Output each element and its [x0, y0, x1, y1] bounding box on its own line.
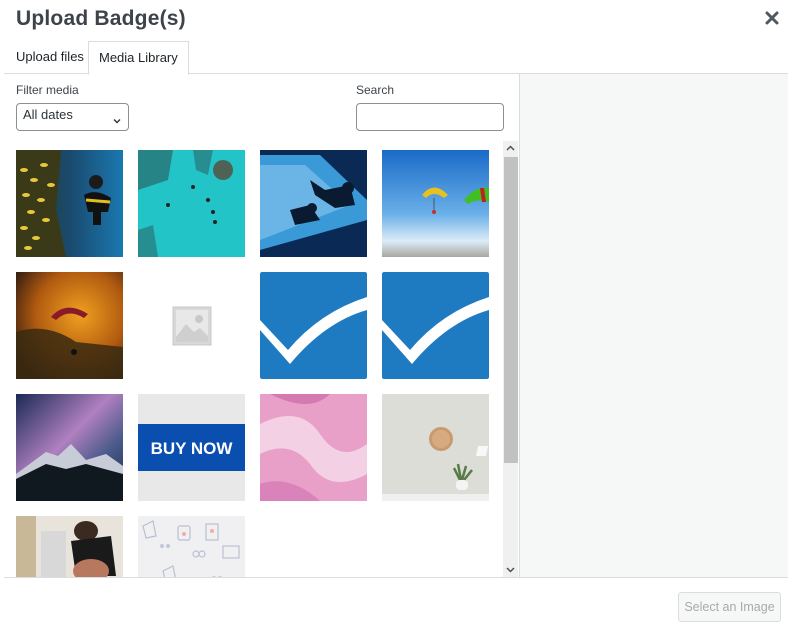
search-label: Search: [356, 83, 395, 97]
media-item-paragliders-sky[interactable]: [382, 150, 489, 257]
date-filter-select[interactable]: All dates: [16, 103, 129, 131]
media-item-checkmark-badge-2[interactable]: [382, 272, 489, 379]
media-browser: Filter media All dates Search BUY NOW: [4, 74, 519, 577]
media-item-paraglider-sunset[interactable]: [16, 272, 123, 379]
media-item-pink-marble[interactable]: [260, 394, 367, 501]
scroll-up-icon[interactable]: [503, 141, 518, 156]
media-grid-scrollbar[interactable]: [503, 141, 518, 577]
filter-media-label: Filter media: [16, 83, 79, 97]
media-item-buy-now-banner[interactable]: BUY NOW: [138, 394, 245, 501]
attachments-grid: BUY NOW: [16, 150, 502, 577]
media-item-athlete[interactable]: [16, 516, 123, 577]
media-item-milky-way[interactable]: [16, 394, 123, 501]
media-item-divers-silhouette[interactable]: [260, 150, 367, 257]
media-item-scuba-diver[interactable]: [16, 150, 123, 257]
media-item-checkmark-badge[interactable]: [260, 272, 367, 379]
buy-now-text: BUY NOW: [151, 439, 234, 458]
search-input[interactable]: [356, 103, 504, 131]
date-filter-value: All dates: [23, 107, 73, 122]
attachment-details-sidebar: [519, 74, 788, 577]
media-item-doodle-pattern[interactable]: [138, 516, 245, 577]
modal-title: Upload Badge(s): [16, 7, 186, 30]
scrollbar-thumb[interactable]: [504, 157, 518, 463]
media-tabs: Upload files Media Library: [4, 41, 788, 75]
media-item-snorkelers-reef[interactable]: [138, 150, 245, 257]
media-item-clock-plant[interactable]: [382, 394, 489, 501]
footer-divider: [4, 577, 788, 578]
upload-badges-modal: Upload Badge(s) Upload files Media Libra…: [0, 0, 798, 637]
tab-media-library[interactable]: Media Library: [88, 41, 189, 75]
media-item-placeholder[interactable]: [138, 272, 245, 379]
chevron-down-icon: [113, 113, 121, 124]
tab-upload-files[interactable]: Upload files: [6, 41, 94, 74]
select-image-button[interactable]: Select an Image: [678, 592, 781, 622]
close-icon[interactable]: [764, 10, 780, 26]
scroll-down-icon[interactable]: [503, 562, 518, 577]
